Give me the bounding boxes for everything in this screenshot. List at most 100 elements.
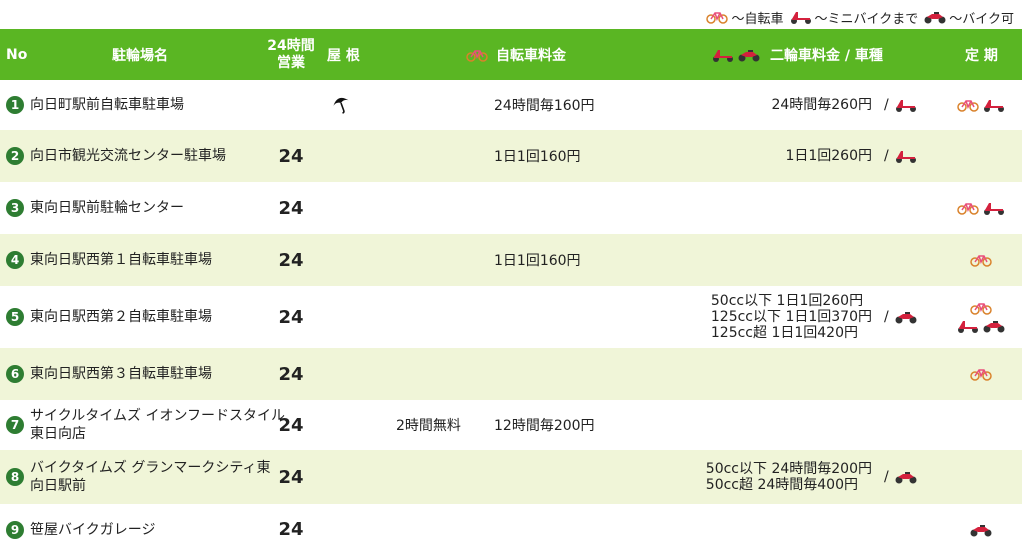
- header-bike-fee: 自転車料金: [466, 29, 566, 80]
- row-number-badge: 8: [6, 468, 24, 486]
- subscription-icons: [957, 201, 1005, 215]
- minibike-icon: [983, 201, 1005, 215]
- subscription-icons: [970, 301, 992, 315]
- table-row: 9 笹屋バイクガレージ 24: [0, 504, 1022, 555]
- minibike-icon: [983, 98, 1005, 112]
- parking-name: 8 バイクタイムズ グランマークシティ東 向日駅前: [6, 450, 271, 504]
- table-header: No 駐輪場名 24時間 営業 屋 根 自転車料金 二輪車料金 / 車種 定 期: [0, 29, 1022, 80]
- subscription-cell: [952, 450, 1010, 504]
- moto-fee: 50cc以下 24時間毎200円 50cc超 24時間毎400円: [640, 450, 872, 504]
- moto-fee-lines: 24時間毎260円: [771, 97, 872, 113]
- subscription-cell: [952, 348, 1010, 400]
- motorbike-icon: [983, 319, 1005, 333]
- motorbike-icon: [924, 10, 946, 24]
- bicycle-icon: [957, 98, 979, 112]
- moto-fee-line: 50cc以下 1日1回260円: [710, 293, 864, 309]
- header-name: 駐輪場名: [112, 47, 168, 64]
- minibike-icon: [790, 10, 812, 24]
- type-separator: /: [884, 469, 889, 485]
- bicycle-icon: [466, 48, 488, 62]
- type-separator: /: [884, 97, 889, 113]
- header-roof: 屋 根: [327, 47, 360, 64]
- moto-fee: 24時間毎260円: [640, 80, 872, 130]
- umbrella-icon: [330, 92, 352, 118]
- subscription-cell: [952, 504, 1010, 555]
- parking-name: 3 東向日駅前駐輪センター: [6, 182, 184, 234]
- subscription-icons: [957, 319, 1005, 333]
- header-moto-fee: 二輪車料金 / 車種: [712, 29, 883, 80]
- row-number-badge: 4: [6, 251, 24, 269]
- moto-fee-lines: 50cc以下 1日1回260円 125cc以下 1日1回370円 125cc超 1日…: [711, 293, 872, 341]
- minibike-icon: [957, 319, 979, 333]
- subscription-icons: [970, 523, 992, 537]
- moto-fee-line: 1日1回260円: [785, 148, 872, 164]
- row-number-badge: 7: [6, 416, 24, 434]
- moto-fee: [640, 400, 872, 450]
- subscription-cell: [952, 286, 1010, 348]
- bike-fee: 24時間毎160円: [494, 98, 595, 114]
- moto-fee-line: 125cc超 1日1回420円: [710, 325, 858, 341]
- subscription-icons: [957, 98, 1005, 112]
- moto-fee-lines: 50cc以下 24時間毎200円 50cc超 24時間毎400円: [706, 461, 872, 493]
- table-row: 1 向日町駅前自転車駐車場 24時間毎160円 24時間毎260円 /: [0, 80, 1022, 130]
- parking-name: 4 東向日駅西第１自転車駐車場: [6, 234, 212, 286]
- table-row: 6 東向日駅西第３自転車駐車場 24: [0, 348, 1022, 400]
- row-number-badge: 1: [6, 96, 24, 114]
- vehicle-type: /: [884, 130, 917, 182]
- moto-fee-line: 50cc以下 24時間毎200円: [705, 461, 872, 477]
- parking-name: 7 サイクルタイムズ イオンフードスタイル 東日向店: [6, 400, 285, 450]
- table-row: 5 東向日駅西第２自転車駐車場 24 50cc以下 1日1回260円 125cc以…: [0, 286, 1022, 348]
- open-24h: 24: [278, 414, 304, 436]
- free-time: 2時間無料: [396, 418, 461, 434]
- vehicle-type: /: [884, 286, 917, 348]
- parking-name-text: バイクタイムズ グランマークシティ東 向日駅前: [30, 460, 271, 494]
- moto-fee-lines: 1日1回260円: [785, 148, 872, 164]
- open-24h: 24: [278, 145, 304, 167]
- subscription-cell: [952, 400, 1010, 450]
- open-24h: 24: [278, 519, 304, 540]
- motorbike-icon: [895, 310, 917, 324]
- legend-motorbike: ～バイク可: [924, 8, 1014, 27]
- parking-name-text: サイクルタイムズ イオンフードスタイル 東日向店: [30, 408, 286, 442]
- row-number-badge: 6: [6, 365, 24, 383]
- header-24h: 24時間 営業: [267, 37, 315, 71]
- parking-name: 9 笹屋バイクガレージ: [6, 504, 155, 555]
- table-row: 8 バイクタイムズ グランマークシティ東 向日駅前 24 50cc以下 24時間…: [0, 450, 1022, 504]
- minibike-icon: [895, 98, 917, 112]
- open-24h: 24: [278, 363, 304, 385]
- parking-name: 6 東向日駅西第３自転車駐車場: [6, 348, 212, 400]
- vehicle-type: /: [884, 80, 917, 130]
- open-24h: 24: [278, 249, 304, 271]
- parking-name-text: 向日市観光交流センター駐車場: [30, 148, 226, 164]
- subscription-cell: [952, 182, 1010, 234]
- bicycle-icon: [970, 367, 992, 381]
- moto-fee-line: 50cc超 24時間毎400円: [705, 477, 858, 493]
- open-24h: [262, 80, 320, 130]
- row-number-badge: 2: [6, 147, 24, 165]
- subscription-cell: [952, 80, 1010, 130]
- open-24h: 24: [278, 197, 304, 219]
- parking-name-text: 東向日駅前駐輪センター: [30, 200, 184, 216]
- bike-fee: 12時間毎200円: [494, 418, 595, 434]
- moto-fee: 1日1回260円: [640, 130, 872, 182]
- bicycle-icon: [970, 301, 992, 315]
- bicycle-icon: [706, 10, 729, 24]
- motorbike-icon: [738, 48, 760, 62]
- moto-fee: 50cc以下 1日1回260円 125cc以下 1日1回370円 125cc超 1日…: [640, 286, 872, 348]
- motorbike-icon: [970, 523, 992, 537]
- minibike-icon: [895, 149, 917, 163]
- parking-name-text: 東向日駅西第２自転車駐車場: [30, 309, 212, 325]
- icon-legend: ～自転車 ～ミニバイクまで ～バイク可: [706, 6, 1014, 28]
- type-separator: /: [884, 309, 889, 325]
- moto-fee: [640, 348, 872, 400]
- subscription-icons: [970, 367, 992, 381]
- header-subscription: 定 期: [965, 47, 998, 64]
- minibike-icon: [712, 48, 734, 62]
- parking-name: 5 東向日駅西第２自転車駐車場: [6, 286, 212, 348]
- row-number-badge: 5: [6, 308, 24, 326]
- row-number-badge: 9: [6, 520, 24, 539]
- header-no: No: [6, 46, 28, 63]
- bike-fee: 1日1回160円: [494, 149, 581, 165]
- row-number-badge: 3: [6, 199, 24, 217]
- moto-fee-line: 125cc以下 1日1回370円: [710, 309, 872, 325]
